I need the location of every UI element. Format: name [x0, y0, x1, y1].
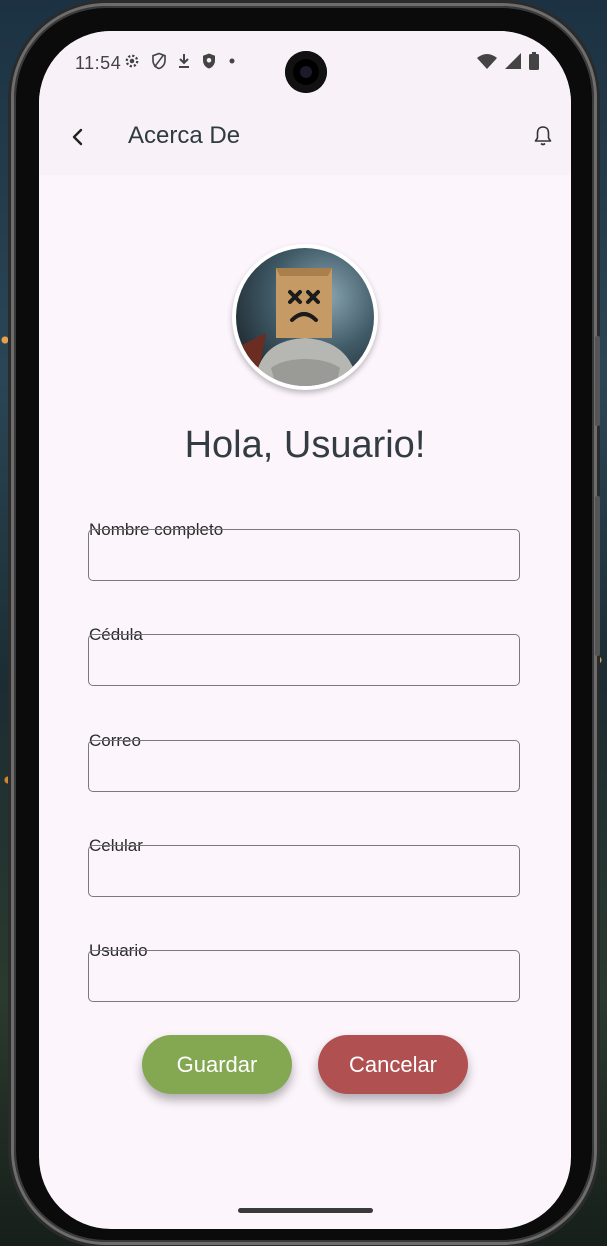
status-bar: 11:54 [39, 31, 571, 105]
email-field[interactable] [88, 740, 520, 792]
download-icon [179, 54, 189, 68]
full-name-field[interactable] [88, 529, 520, 581]
home-indicator[interactable] [238, 1208, 373, 1213]
shield-outline-icon [152, 52, 166, 70]
background-scenery-left [0, 320, 14, 820]
chevron-left-icon[interactable] [65, 123, 93, 151]
volume-button [595, 336, 600, 426]
avatar[interactable] [232, 244, 378, 390]
bell-icon[interactable] [531, 124, 555, 148]
status-system-icons [477, 52, 539, 70]
page-title: Acerca De [128, 122, 241, 149]
wifi-icon [477, 54, 497, 69]
front-camera [285, 51, 327, 93]
phone-field[interactable] [88, 845, 520, 897]
id-number-field[interactable] [88, 634, 520, 686]
status-time: 11:54 [75, 53, 122, 73]
avatar-image [236, 248, 374, 386]
status-notification-icons [123, 52, 237, 70]
background-scenery-right [593, 640, 607, 800]
greeting-heading: Hola, Usuario! [184, 424, 426, 466]
phone-frame: 11:54 Acerca De Hola, Usuario! Nombre co… [14, 6, 600, 1242]
dot-icon [229, 58, 235, 64]
signal-icon [505, 53, 521, 69]
app-screen: 11:54 Acerca De Hola, Usuario! Nombre co… [39, 31, 571, 1229]
app-bar: Acerca De [39, 105, 571, 175]
username-field[interactable] [88, 950, 520, 1002]
gear-icon [125, 54, 139, 68]
battery-icon [529, 52, 539, 70]
power-button [595, 496, 600, 656]
save-button[interactable]: Guardar [142, 1035, 292, 1094]
cancel-button[interactable]: Cancelar [318, 1035, 468, 1094]
shield-icon [203, 53, 215, 69]
